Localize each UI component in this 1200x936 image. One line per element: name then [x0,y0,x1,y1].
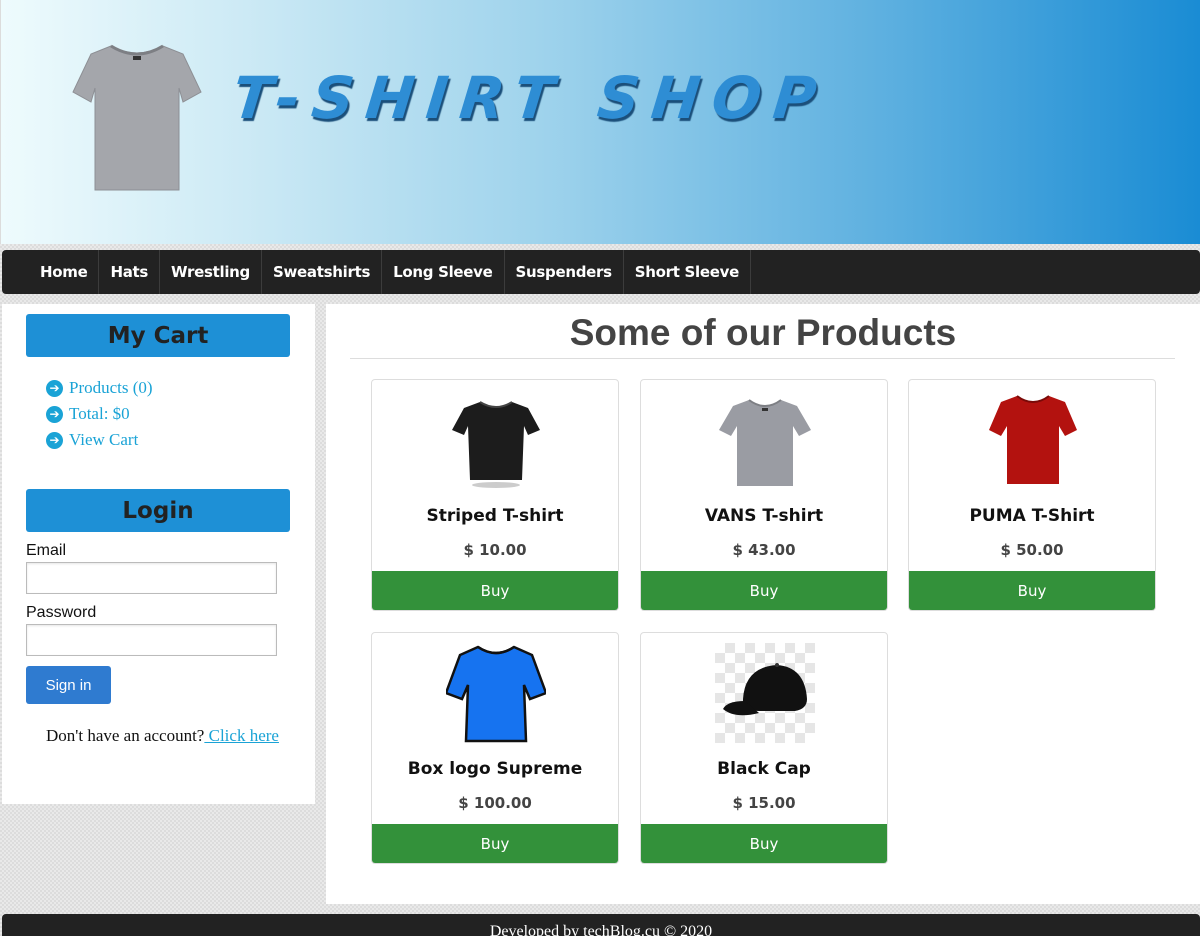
buy-button[interactable]: Buy [372,571,618,610]
product-name: Black Cap [717,759,811,779]
view-cart-label: View Cart [69,430,139,449]
tshirt-image-icon [719,399,811,486]
buy-button[interactable]: Buy [641,824,887,863]
cart-products-label: Products (0) [69,378,153,397]
nav-item-long-sleeve[interactable]: Long Sleeve [382,250,505,294]
email-field[interactable] [26,562,277,594]
page-title: Some of our Products [569,312,957,353]
nav-item-hats[interactable]: Hats [99,250,161,294]
page-footer: Developed by techBlog.cu © 2020 [2,914,1200,936]
no-account-text: Don't have an account? [46,726,205,745]
cap-image-icon [723,663,807,716]
product-name: VANS T-shirt [704,506,824,526]
product-price: $ 100.00 [458,794,532,812]
arrow-right-circle-icon: ➔ [46,431,63,449]
buy-button[interactable]: Buy [372,824,618,863]
product-name: PUMA T-Shirt [969,506,1095,526]
product-name: Box logo Supreme [407,759,583,779]
tshirt-image-icon [446,645,546,743]
tshirt-image-icon [452,401,540,488]
cap-image-background [715,643,815,743]
product-price: $ 15.00 [732,794,796,812]
sign-in-button[interactable]: Sign in [26,666,111,704]
cart-total-label: Total: $0 [69,404,130,423]
product-card: Striped T-shirt $ 10.00 Buy [371,379,619,611]
signup-prompt: Don't have an account? Click here [46,725,296,746]
buy-button[interactable]: Buy [641,571,887,610]
product-card: VANS T-shirt $ 43.00 Buy [640,379,888,611]
product-price: $ 10.00 [463,541,527,559]
view-cart-link[interactable]: ➔ View Cart [46,427,153,453]
main-navbar: Home Hats Wrestling Sweatshirts Long Sle… [2,250,1200,294]
password-field[interactable] [26,624,277,656]
cart-header: My Cart [26,314,290,357]
product-name: Striped T-shirt [426,506,564,526]
cart-list: ➔ Products (0) ➔ Total: $0 ➔ View Cart [46,375,153,453]
nav-item-wrestling[interactable]: Wrestling [160,250,262,294]
tshirt-logo-icon [72,44,202,191]
login-header: Login [26,489,290,532]
nav-item-sweatshirts[interactable]: Sweatshirts [262,250,383,294]
product-card: Box logo Supreme $ 100.00 Buy [371,632,619,864]
product-price: $ 50.00 [1000,541,1064,559]
buy-button[interactable]: Buy [909,571,1155,610]
product-card: PUMA T-Shirt $ 50.00 Buy [908,379,1156,611]
nav-item-home[interactable]: Home [29,250,100,294]
products-section: Some of our Products Striped T-shirt $ 1… [326,304,1200,904]
password-label: Password [26,604,97,621]
arrow-right-circle-icon: ➔ [46,379,63,397]
nav-item-suspenders[interactable]: Suspenders [505,250,624,294]
cart-products-link[interactable]: ➔ Products (0) [46,375,153,401]
site-logo-text[interactable]: T-SHIRT SHOP [229,64,831,132]
cart-total-link[interactable]: ➔ Total: $0 [46,401,153,427]
arrow-right-circle-icon: ➔ [46,405,63,423]
signup-link[interactable]: Click here [204,726,279,745]
tshirt-image-icon [989,395,1077,484]
header-banner: T-SHIRT SHOP [0,0,1200,244]
sidebar: My Cart ➔ Products (0) ➔ Total: $0 ➔ Vie… [2,304,315,804]
title-divider [350,358,1175,359]
product-card: Black Cap $ 15.00 Buy [640,632,888,864]
email-label: Email [26,542,67,559]
footer-text: Developed by techBlog.cu © 2020 [489,923,713,936]
nav-item-short-sleeve[interactable]: Short Sleeve [624,250,752,294]
product-price: $ 43.00 [732,541,796,559]
